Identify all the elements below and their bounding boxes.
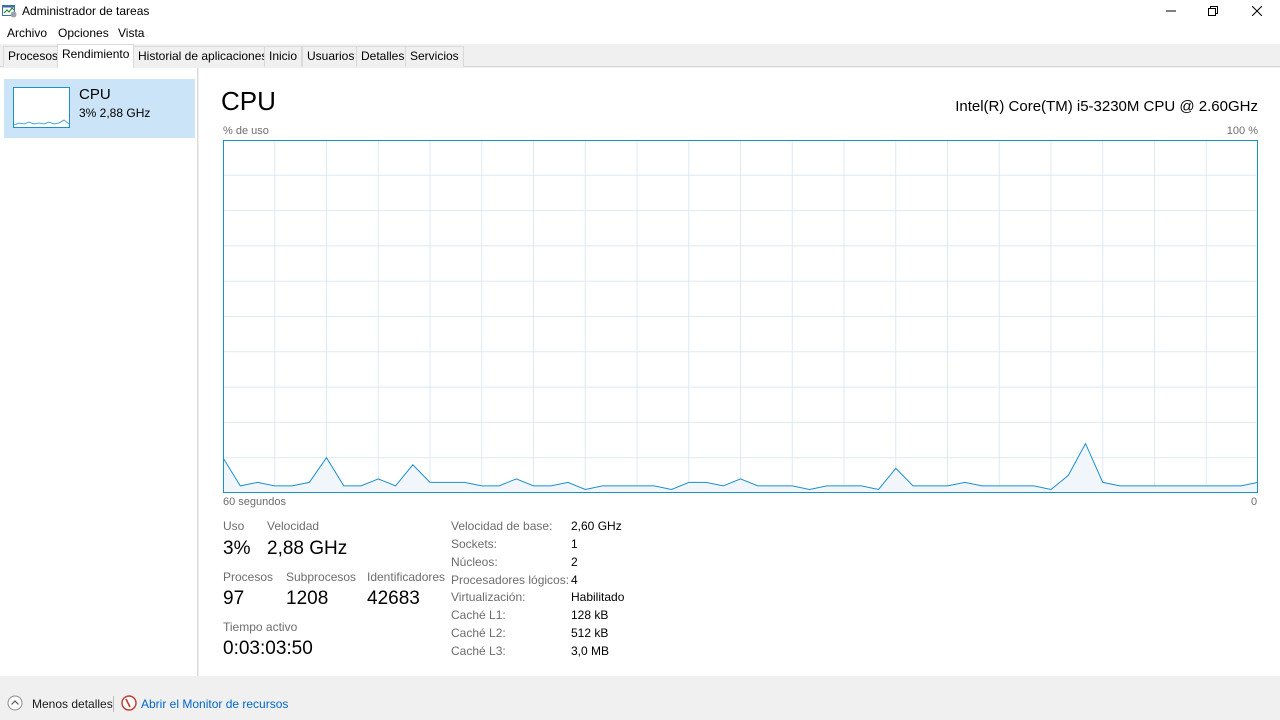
page-title: CPU — [221, 86, 276, 116]
logical-processors-value: 4 — [571, 573, 578, 587]
cache-l1-value: 128 kB — [571, 608, 609, 622]
less-details-button[interactable]: Menos detalles — [32, 697, 113, 711]
close-icon — [1252, 6, 1262, 16]
minimize-button[interactable] — [1150, 0, 1192, 22]
uptime-value: 0:03:03:50 — [223, 638, 313, 659]
menu-vista[interactable]: Vista — [118, 26, 144, 40]
chevron-up-icon[interactable] — [7, 695, 23, 716]
processes-value: 97 — [223, 588, 245, 609]
cores-label: Núcleos: — [451, 555, 498, 569]
usage-label: Uso — [223, 519, 245, 533]
cores-value: 2 — [571, 555, 578, 569]
x-axis-left-label: 60 segundos — [223, 496, 286, 508]
menu-opciones[interactable]: Opciones — [58, 26, 109, 40]
sidebar-item-label: CPU — [79, 86, 111, 103]
restore-icon — [1208, 6, 1218, 16]
x-axis-right-label: 0 — [1251, 496, 1258, 508]
resource-monitor-icon[interactable] — [121, 695, 137, 716]
y-axis-max-label: 100 % — [1226, 125, 1258, 137]
tab-servicios[interactable]: Servicios — [405, 46, 464, 67]
menu-bar: Archivo Opciones Vista — [0, 22, 1280, 44]
sidebar-item-subtitle: 3% 2,88 GHz — [79, 106, 151, 120]
tab-procesos[interactable]: Procesos — [3, 46, 64, 67]
cpu-thumbnail-graph — [13, 87, 70, 128]
tab-bar: Procesos Rendimiento Historial de aplica… — [0, 44, 1280, 68]
cpu-model-name: Intel(R) Core(TM) i5-3230M CPU @ 2.60GHz — [955, 98, 1258, 115]
tab-inicio[interactable]: Inicio — [264, 46, 303, 67]
cpu-usage-graph — [223, 140, 1258, 493]
title-bar: Administrador de tareas — [0, 0, 1280, 22]
y-axis-label: % de uso — [223, 125, 269, 137]
sidebar: CPU 3% 2,88 GHz — [0, 68, 198, 676]
cache-l2-label: Caché L2: — [451, 626, 506, 640]
tab-historial-aplicaciones[interactable]: Historial de aplicaciones — [133, 46, 273, 67]
restore-button[interactable] — [1192, 0, 1234, 22]
virtualization-label: Virtualización: — [451, 590, 526, 604]
tab-rendimiento[interactable]: Rendimiento — [57, 44, 135, 68]
task-manager-icon — [2, 4, 17, 18]
threads-value: 1208 — [286, 588, 329, 609]
usage-value: 3% — [223, 538, 251, 559]
cache-l2-value: 512 kB — [571, 626, 609, 640]
minimize-icon — [1166, 6, 1176, 16]
cache-l1-label: Caché L1: — [451, 608, 506, 622]
logical-processors-label: Procesadores lógicos: — [451, 573, 570, 587]
speed-label: Velocidad — [267, 519, 320, 533]
processes-label: Procesos — [223, 570, 274, 584]
footer: Menos detalles Abrir el Monitor de recur… — [0, 688, 1280, 720]
sidebar-item-cpu[interactable]: CPU 3% 2,88 GHz — [4, 79, 195, 138]
open-resource-monitor-link[interactable]: Abrir el Monitor de recursos — [141, 697, 288, 711]
menu-archivo[interactable]: Archivo — [7, 26, 47, 40]
tab-detalles[interactable]: Detalles — [356, 46, 410, 67]
uptime-label: Tiempo activo — [223, 620, 298, 634]
graph-grid — [223, 140, 1258, 493]
window-title: Administrador de tareas — [22, 4, 150, 18]
cache-l3-label: Caché L3: — [451, 644, 506, 658]
handles-value: 42683 — [367, 588, 420, 609]
close-button[interactable] — [1236, 0, 1278, 22]
base-speed-value: 2,60 GHz — [571, 519, 622, 533]
speed-value: 2,88 GHz — [267, 538, 348, 559]
sockets-label: Sockets: — [451, 537, 498, 551]
cache-l3-value: 3,0 MB — [571, 644, 610, 658]
footer-divider — [113, 696, 114, 712]
base-speed-label: Velocidad de base: — [451, 519, 553, 533]
sockets-value: 1 — [571, 537, 578, 551]
virtualization-value: Habilitado — [571, 590, 625, 604]
threads-label: Subprocesos — [286, 570, 357, 584]
handles-label: Identificadores — [367, 570, 446, 584]
tab-usuarios[interactable]: Usuarios — [302, 46, 360, 67]
